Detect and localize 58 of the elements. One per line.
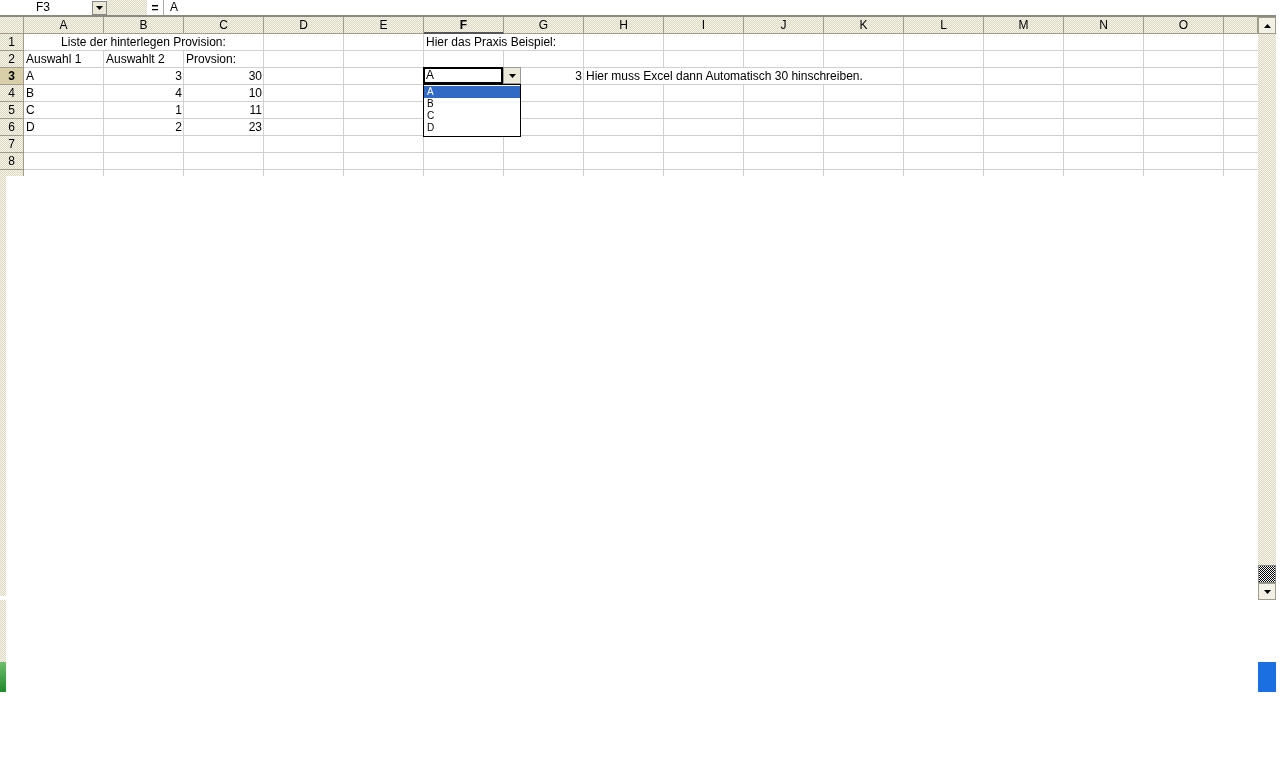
down-arrow-icon — [1263, 589, 1271, 594]
scroll-thumb[interactable] — [1258, 565, 1276, 583]
start-button-fragment[interactable] — [0, 662, 6, 692]
cell-input-field[interactable]: A — [423, 67, 503, 84]
column-header[interactable]: M — [984, 17, 1064, 34]
dropdown-option[interactable]: A — [424, 86, 520, 98]
taskbar-fragment — [1258, 662, 1276, 692]
table-cell-text: B — [25, 85, 35, 102]
column-header[interactable]: F — [424, 17, 504, 34]
table-cell: 3 — [175, 69, 182, 83]
toolbar-gap — [107, 0, 147, 15]
dropdown-button[interactable] — [503, 67, 521, 84]
table-cell-text: Auswahl 1 — [25, 51, 83, 68]
column-header[interactable]: K — [824, 17, 904, 34]
row-header[interactable]: 3 — [0, 68, 24, 85]
table-cell-text: A — [25, 68, 35, 85]
scroll-up-button[interactable] — [1258, 17, 1276, 34]
formula-field[interactable]: A — [163, 0, 178, 15]
row-header[interactable]: 5 — [0, 102, 24, 119]
column-header[interactable]: C — [184, 17, 264, 34]
table-cell: 1 — [175, 103, 182, 117]
column-header[interactable]: J — [744, 17, 824, 34]
column-header[interactable]: D — [264, 17, 344, 34]
row-header[interactable]: 4 — [0, 85, 24, 102]
vertical-scrollbar[interactable] — [1258, 17, 1276, 600]
row-header[interactable]: 8 — [0, 153, 24, 170]
name-box-dropdown-button[interactable] — [92, 0, 107, 15]
column-header[interactable]: A — [24, 17, 104, 34]
name-box[interactable]: F3 — [0, 0, 92, 15]
row-header[interactable]: 1 — [0, 34, 24, 51]
row-header[interactable]: 2 — [0, 51, 24, 68]
column-header[interactable]: O — [1144, 17, 1224, 34]
table-cell: 3 — [575, 69, 582, 83]
row-header[interactable]: 7 — [0, 136, 24, 153]
column-header[interactable]: I — [664, 17, 744, 34]
table-cell-text: C — [25, 102, 36, 119]
scroll-down-button[interactable] — [1258, 583, 1276, 600]
table-cell: 30 — [248, 69, 262, 83]
table-cell: 4 — [175, 86, 182, 100]
table-cell: 11 — [249, 103, 262, 117]
table-cell-text: D — [25, 119, 36, 136]
table-cell: 23 — [248, 120, 262, 134]
table-cell-text: Provsion: — [185, 51, 238, 68]
down-arrow-icon — [508, 73, 516, 78]
column-header[interactable]: E — [344, 17, 424, 34]
column-header[interactable]: G — [504, 17, 584, 34]
column-header[interactable]: H — [584, 17, 664, 34]
column-header[interactable]: L — [904, 17, 984, 34]
down-arrow-icon — [96, 5, 103, 10]
table-cell-text: Auswahlt 2 — [105, 51, 166, 68]
table-cell: 10 — [248, 86, 262, 100]
equals-sign: = — [150, 0, 160, 15]
up-arrow-icon — [1263, 23, 1271, 28]
table-cell: 2 — [175, 120, 182, 134]
column-header[interactable]: B — [104, 17, 184, 34]
row-header[interactable]: 6 — [0, 119, 24, 136]
window-edge — [0, 600, 6, 662]
column-header[interactable]: N — [1064, 17, 1144, 34]
